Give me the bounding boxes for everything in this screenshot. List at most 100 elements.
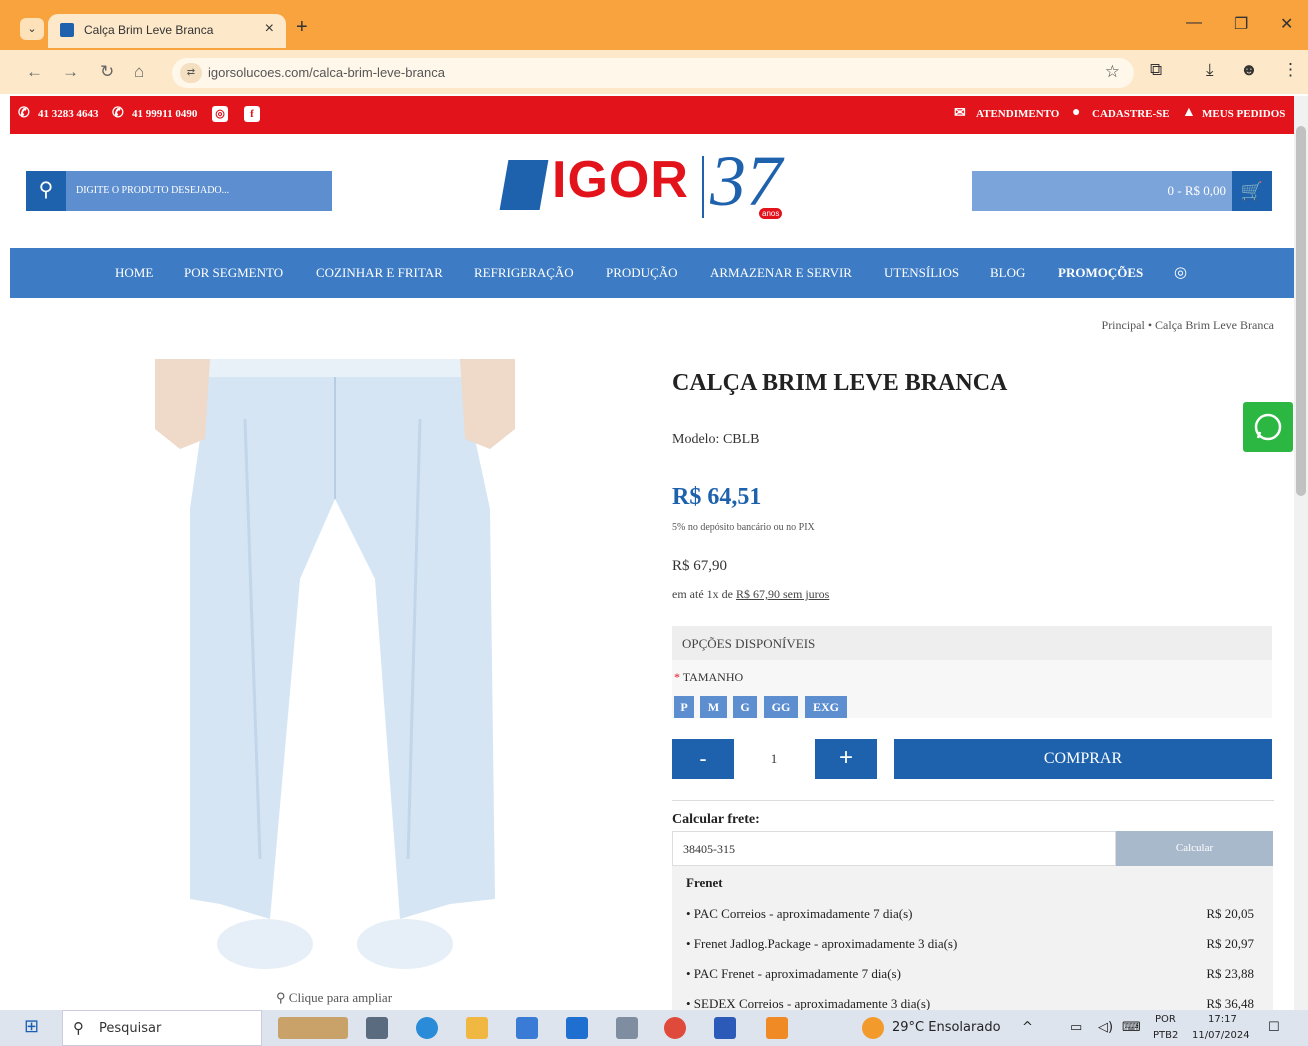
weather-text[interactable]: 29°C Ensolarado	[892, 1020, 1001, 1035]
new-tab-button[interactable]: +	[296, 16, 308, 39]
product-model: Modelo: CBLB	[672, 432, 760, 447]
edge-icon[interactable]	[416, 1017, 438, 1039]
size-option-gg[interactable]: GG	[764, 696, 798, 718]
keyboard-icon[interactable]: ⌨	[1122, 1020, 1141, 1035]
cart-button[interactable]: 0 - R$ 0,00 🛒	[972, 171, 1272, 211]
calculate-shipping-button[interactable]: Calcular	[1116, 831, 1273, 866]
browser-menu-icon[interactable]: ⋮	[1282, 60, 1299, 80]
buy-button[interactable]: COMPRAR	[894, 739, 1272, 779]
instagram-icon[interactable]: ◎	[212, 106, 228, 122]
search-icon[interactable]: ⚲	[26, 171, 66, 211]
site-logo[interactable]: IGOR 37 anos	[499, 141, 804, 240]
installments: em até 1x de R$ 67,90 sem juros	[672, 587, 829, 602]
menu-item-armazenar[interactable]: ARMAZENAR E SERVIR	[710, 265, 852, 281]
menu-item-promocoes[interactable]: PROMOÇÕES	[1058, 265, 1143, 281]
language-bottom[interactable]: PTB2	[1153, 1030, 1178, 1041]
file-explorer-icon[interactable]	[466, 1017, 488, 1039]
volume-icon[interactable]: ◁)	[1098, 1020, 1113, 1035]
product-search[interactable]: ⚲ DIGITE O PRODUTO DESEJADO...	[26, 171, 332, 211]
quantity-input[interactable]: 1	[734, 739, 814, 779]
back-icon[interactable]: ←	[26, 62, 43, 82]
size-option-m[interactable]: M	[700, 696, 727, 718]
address-bar[interactable]: ⇄ igorsolucoes.com/calca-brim-leve-branc…	[172, 58, 1134, 88]
menu-item-utensilios[interactable]: UTENSÍLIOS	[884, 265, 959, 281]
size-option-g[interactable]: G	[733, 696, 757, 718]
download-icon[interactable]: ⤓	[1206, 60, 1214, 80]
required-marker: *	[674, 670, 683, 684]
minimize-icon[interactable]: —	[1186, 14, 1202, 32]
zoom-text: Clique para ampliar	[288, 990, 393, 1005]
windows-start-icon[interactable]: ⊞	[24, 1016, 39, 1037]
options-header: OPÇÕES DISPONÍVEIS	[672, 626, 1272, 660]
chat-icon: ✉	[954, 106, 966, 121]
taskbar-search-icon: ⚲	[73, 1019, 84, 1037]
logo-divider	[702, 156, 704, 218]
page-scrollbar[interactable]	[1294, 96, 1308, 1010]
taskbar-search[interactable]: ⚲ Pesquisar	[62, 1010, 262, 1046]
product-price: R$ 64,51	[672, 484, 762, 510]
shipping-option-name: • PAC Correios - aproximadamente 7 dia(s…	[686, 906, 913, 921]
whatsapp-float-button[interactable]	[1243, 402, 1293, 452]
product-image[interactable]	[150, 359, 520, 979]
menu-item-blog[interactable]: BLOG	[990, 265, 1025, 281]
tab-title: Calça Brim Leve Branca	[84, 23, 214, 37]
logo-mark-icon	[499, 160, 549, 210]
restore-icon[interactable]: ❐	[1234, 14, 1248, 34]
cart-icon[interactable]: 🛒	[1232, 171, 1272, 211]
app-orange-icon[interactable]	[766, 1017, 788, 1039]
home-icon[interactable]: ⌂	[134, 62, 144, 82]
window-close-icon[interactable]: ✕	[1280, 14, 1293, 34]
clock-date[interactable]: 11/07/2024	[1192, 1030, 1250, 1041]
store-icon[interactable]	[516, 1017, 538, 1039]
cart-total: 0 - R$ 0,00	[1167, 183, 1227, 198]
size-option-p[interactable]: P	[674, 696, 694, 718]
menu-item-refrigeracao[interactable]: REFRIGERAÇÃO	[474, 265, 574, 281]
browser-tab-bar: ⌄ Calça Brim Leve Branca × + — ❐ ✕	[0, 0, 1308, 50]
scrollbar-thumb[interactable]	[1296, 126, 1306, 496]
meus-pedidos-link[interactable]: MEUS PEDIDOS	[1202, 108, 1285, 120]
main-menu: HOME POR SEGMENTO COZINHAR E FRITAR REFR…	[10, 248, 1294, 298]
menu-item-producao[interactable]: PRODUÇÃO	[606, 265, 678, 281]
extensions-icon[interactable]: ⧉	[1150, 60, 1162, 80]
phone-number[interactable]: 41 3283 4643	[38, 108, 99, 120]
menu-whatsapp-icon[interactable]: ◎	[1174, 263, 1187, 282]
logo-badge: anos	[759, 208, 783, 219]
tab-close-icon[interactable]: ×	[265, 20, 274, 38]
menu-item-por-segmento[interactable]: POR SEGMENTO	[184, 265, 283, 281]
mail-icon[interactable]	[566, 1017, 588, 1039]
menu-item-home[interactable]: HOME	[115, 265, 153, 281]
zoom-link[interactable]: ⚲ Clique para ampliar	[276, 990, 392, 1006]
profile-icon[interactable]: ☻	[1240, 60, 1258, 80]
whatsapp-number[interactable]: 41 99911 0490	[132, 108, 197, 120]
chrome-icon[interactable]	[664, 1017, 686, 1039]
site-info-icon[interactable]: ⇄	[180, 63, 202, 83]
notifications-icon[interactable]: ☐	[1268, 1020, 1280, 1035]
language-top[interactable]: POR	[1155, 1014, 1176, 1025]
forward-icon[interactable]: →	[62, 62, 79, 82]
size-option-exg[interactable]: EXG	[805, 696, 847, 718]
whatsapp-icon	[1254, 413, 1282, 441]
facebook-icon[interactable]: f	[244, 106, 260, 122]
cep-input[interactable]: 38405-315	[672, 831, 1116, 866]
search-highlight-icon[interactable]	[278, 1017, 348, 1039]
tray-chevron-icon[interactable]: ^	[1022, 1020, 1033, 1035]
tab-search-button[interactable]: ⌄	[20, 18, 44, 40]
zoom-icon: ⚲	[276, 990, 289, 1005]
clock-time[interactable]: 17:17	[1208, 1014, 1237, 1025]
size-label-text: TAMANHO	[682, 670, 744, 684]
atendimento-link[interactable]: ATENDIMENTO	[976, 108, 1059, 120]
bookmark-star-icon[interactable]: ☆	[1105, 62, 1120, 82]
word-icon[interactable]	[714, 1017, 736, 1039]
task-view-icon[interactable]	[366, 1017, 388, 1039]
installments-link[interactable]: R$ 67,90 sem juros	[736, 587, 829, 601]
app-icon[interactable]	[616, 1017, 638, 1039]
quantity-increase-button[interactable]: +	[815, 739, 877, 779]
breadcrumb[interactable]: Principal • Calça Brim Leve Branca	[1102, 318, 1274, 333]
menu-item-cozinhar[interactable]: COZINHAR E FRITAR	[316, 265, 443, 281]
taskbar-search-text: Pesquisar	[99, 1021, 162, 1036]
browser-tab[interactable]: Calça Brim Leve Branca ×	[48, 14, 286, 48]
quantity-decrease-button[interactable]: -	[672, 739, 734, 779]
network-icon[interactable]: ▭	[1070, 1020, 1082, 1035]
reload-icon[interactable]: ↻	[100, 62, 114, 82]
cadastre-link[interactable]: CADASTRE-SE	[1092, 108, 1170, 120]
